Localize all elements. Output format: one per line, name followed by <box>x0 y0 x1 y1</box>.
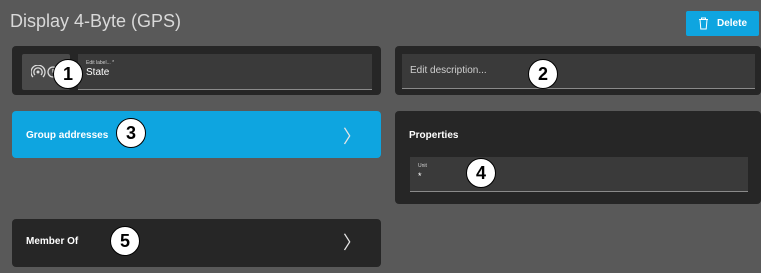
callout-badge: 3 <box>116 118 146 148</box>
description-card: Edit description... <box>395 46 761 95</box>
label-input[interactable]: Edit label... * State <box>78 54 372 90</box>
member-of-button[interactable]: Member Of 〉 <box>12 219 381 267</box>
callout-badge: 2 <box>528 59 558 89</box>
callout-badge: 5 <box>110 226 140 256</box>
trash-icon <box>698 17 708 30</box>
unit-input[interactable]: Unit * <box>410 157 748 192</box>
callout-badge: 1 <box>53 59 83 89</box>
group-addresses-button[interactable]: Group addresses 〉 <box>12 111 381 158</box>
description-placeholder: Edit description... <box>410 65 487 76</box>
label-input-label: Edit label... * <box>86 60 115 66</box>
unit-input-label: Unit <box>418 163 427 169</box>
group-addresses-label: Group addresses <box>26 130 109 141</box>
callout-badge: 4 <box>466 158 496 188</box>
member-of-label: Member Of <box>26 236 79 247</box>
delete-button-label: Delete <box>716 18 747 29</box>
editor-panel: Display 4-Byte (GPS) Delete Edit label..… <box>0 0 761 273</box>
page-title: Display 4-Byte (GPS) <box>10 11 182 31</box>
properties-card: Properties Unit * <box>395 111 761 204</box>
chevron-right-icon: 〉 <box>343 127 361 148</box>
description-input[interactable]: Edit description... <box>402 54 755 89</box>
unit-input-value: * <box>418 171 422 181</box>
properties-title: Properties <box>409 130 459 141</box>
label-input-value: State <box>86 67 110 78</box>
chevron-right-icon: 〉 <box>343 233 361 254</box>
delete-button[interactable]: Delete <box>686 11 759 36</box>
